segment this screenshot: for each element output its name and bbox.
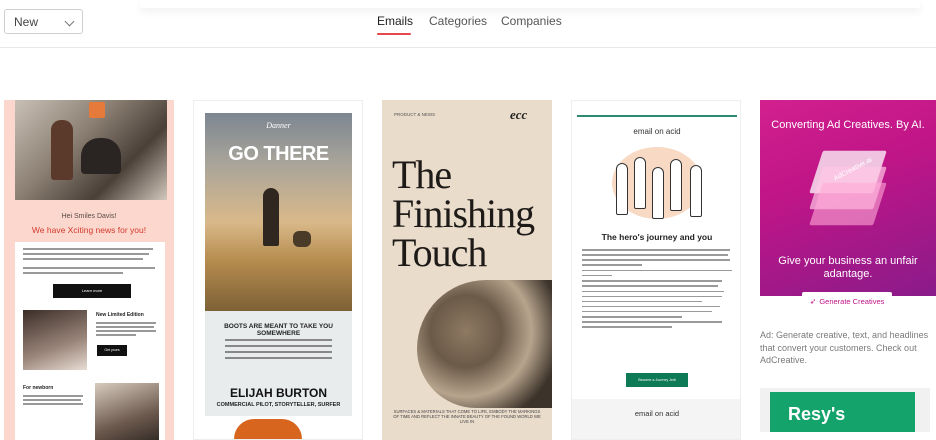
footer-brand: email on acid	[634, 409, 680, 418]
text-line	[96, 330, 156, 332]
text-line	[23, 248, 153, 250]
text-line	[23, 399, 81, 401]
text-line	[96, 322, 156, 324]
rocket-icon: ➶	[809, 297, 817, 306]
body-text	[582, 249, 732, 331]
top-accent-bar	[577, 115, 737, 117]
next-card-label: Resy's	[788, 404, 846, 424]
text-line	[23, 258, 143, 260]
email-hero-image: Danner GO THERE	[205, 113, 352, 311]
email-hero-image	[15, 100, 167, 200]
brand-logo	[89, 102, 105, 118]
layer-shape	[809, 182, 887, 226]
generate-creatives-label: Generate Creatives	[819, 297, 885, 306]
email-headline: The hero's journey and you	[601, 232, 713, 242]
tab-emails[interactable]: Emails	[377, 14, 413, 28]
dog-figure	[293, 231, 311, 247]
text-line	[23, 395, 83, 397]
email-headline: The Finishing Touch	[392, 152, 535, 275]
ad-card[interactable]: Converting Ad Creatives. By AI. AdCreati…	[760, 100, 936, 432]
email-headline: We have Xciting news for you!	[31, 225, 147, 235]
brand-logo: email on acid	[633, 127, 681, 136]
email-body-band: BOOTS ARE MEANT TO TAKE YOU SOMEWHERE EL…	[205, 311, 352, 416]
learn-more-button: Learn more	[53, 284, 131, 298]
text-line	[23, 253, 149, 255]
email-card-4[interactable]: email on acid The hero's journey and you…	[571, 100, 741, 440]
generate-creatives-button[interactable]: ➶ Generate Creatives	[802, 292, 892, 312]
next-card-image: Resy's	[770, 392, 915, 432]
email-greeting: Hei Smiles Davis!	[61, 213, 117, 220]
sort-dropdown-value: New	[14, 15, 39, 29]
person-figure	[670, 159, 682, 211]
header-shadow	[140, 0, 920, 8]
person-figure	[652, 167, 664, 219]
email-footer-text: SURFACES & MATERIALS THAT COME TO LIFE, …	[393, 409, 541, 424]
email-card-1[interactable]: Hei Smiles Davis! We have Xciting news f…	[4, 100, 174, 440]
get-yours-button: Get yours	[97, 345, 127, 356]
email-label: PRODUCT & NEWS	[394, 112, 436, 117]
hat-image	[234, 419, 302, 439]
person-figure	[690, 165, 702, 217]
tab-categories[interactable]: Categories	[429, 14, 487, 28]
hiker-figure	[263, 188, 279, 246]
product-image-2	[95, 383, 159, 440]
journey-cta-button: Become a Journey Jedi	[626, 373, 688, 387]
person-figure	[634, 157, 646, 209]
brand-logo: ecc	[510, 107, 528, 122]
email-card-2[interactable]: Danner GO THERE BOOTS ARE MEANT TO TAKE …	[193, 100, 363, 440]
stacked-layers-graphic	[809, 150, 887, 242]
email-tagline: BOOTS ARE MEANT TO TAKE YOU SOMEWHERE	[224, 323, 333, 337]
person-name: ELIJAH BURTON	[229, 386, 328, 400]
stroller-figure	[81, 138, 121, 174]
text-line	[23, 267, 155, 269]
email-body-panel: Learn more New Limited Edition Get yours…	[15, 242, 165, 440]
sort-dropdown[interactable]: New	[4, 9, 83, 34]
wood-texture-image	[417, 280, 552, 408]
ad-image: Converting Ad Creatives. By AI. AdCreati…	[760, 100, 936, 312]
product-image	[23, 310, 87, 370]
person-figure	[616, 163, 628, 215]
text-line	[23, 272, 123, 274]
person-role: COMMERCIAL PILOT, STORYTELLER, SURFER	[216, 402, 341, 408]
email-card-3[interactable]: PRODUCT & NEWS ecc The Finishing Touch S…	[382, 100, 552, 440]
top-bar: New Emails Categories Companies	[0, 0, 936, 48]
section-title-2: For newborn	[23, 385, 54, 391]
text-line	[96, 334, 136, 336]
ad-subtitle: Give your business an unfair adantage.	[778, 255, 918, 280]
chevron-down-icon	[64, 16, 75, 27]
hero-illustration	[594, 143, 720, 225]
ad-title: Converting Ad Creatives. By AI.	[771, 119, 925, 131]
text-line	[96, 326, 154, 328]
email-headline: GO THERE	[228, 143, 329, 165]
active-tab-indicator	[377, 33, 411, 35]
ad-copy: Ad: Generate creative, text, and headlin…	[760, 330, 929, 365]
text-line	[23, 403, 83, 405]
body-text	[225, 339, 332, 363]
brand-logo: Danner	[266, 121, 291, 130]
section-title: New Limited Edition	[96, 312, 144, 318]
tab-companies[interactable]: Companies	[501, 14, 562, 28]
email-footer: email on acid	[572, 399, 740, 439]
person-figure	[51, 120, 73, 180]
